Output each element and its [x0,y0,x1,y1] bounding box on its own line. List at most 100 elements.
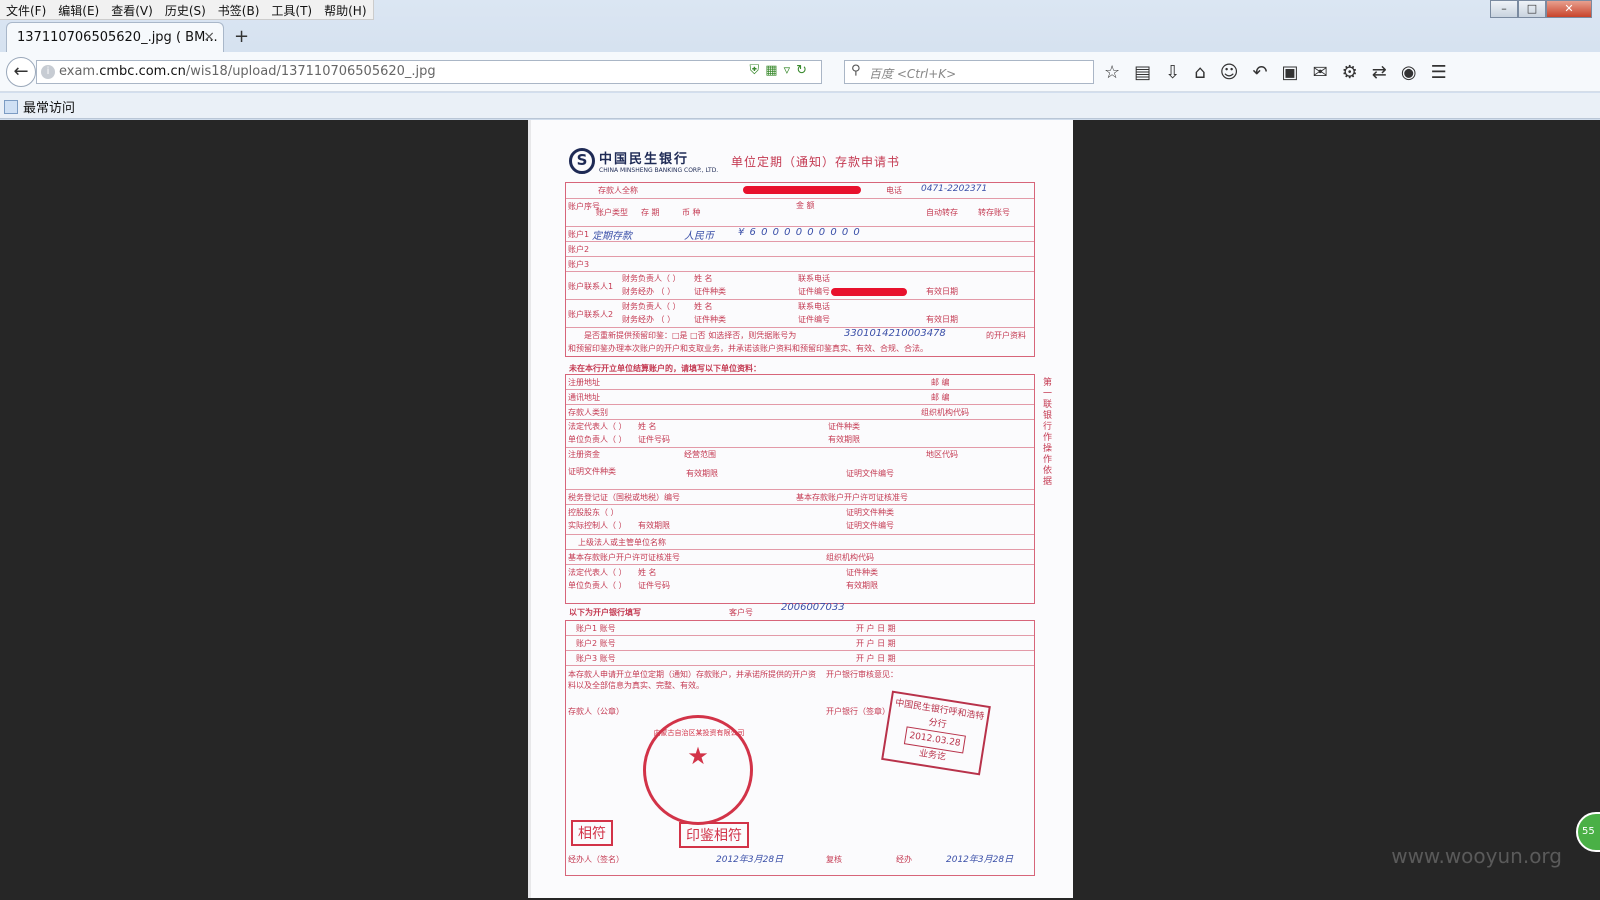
menu-help[interactable]: 帮助(H) [318,0,372,19]
label-open-date-2: 开 户 日 期 [856,639,896,648]
label-contact2: 账户联系人2 [568,310,614,319]
label-reg-address: 注册地址 [568,378,600,387]
floating-badge[interactable]: 55 [1576,812,1600,852]
form-table: 存款人全称 电话 0471-2202371 账户序号 账户类型 存 期 币 种 … [565,182,1035,357]
label-open-date: 开 户 日 期 [856,624,896,633]
search-input[interactable]: ⚲ 百度 <Ctrl+K> [844,60,1094,84]
row-legal-rep-2: 法定代表人（ ） 单位负责人（ ） 姓 名 证件号码 证件种类 有效期限 [566,565,1034,595]
scanned-form-image: S 中国民生银行 CHINA MINSHENG BANKING CORP., L… [528,120,1073,898]
comment-icon[interactable]: ✉ [1313,62,1328,83]
label-unit-head: 单位负责人（ ） [568,435,627,444]
menu-bookmarks[interactable]: 书签(B) [212,0,266,19]
row-parent-unit: 上级法人或主管单位名称 [566,535,1034,550]
label-region-code: 地区代码 [926,450,958,459]
customer-no-label: 客户号 [729,608,753,617]
form-row-header: 账户序号 账户类型 存 期 币 种 金 额 自动转存 转存账号 [566,199,1034,227]
label-id-type: 证件种类 [694,287,726,296]
chat-icon[interactable]: ☺ [1220,62,1239,83]
label-name: 姓 名 [694,274,713,283]
company-seal-stamp: ★ 内蒙古自治区某投资有限公司 [643,715,753,825]
label-account-type: 账户类型 [596,208,628,217]
label-acct1-no: 账户1 账号 [576,624,616,633]
extension-icon[interactable]: ⚙ [1342,62,1358,83]
seal-match-stamp-1: 相符 [571,820,613,846]
menu-edit[interactable]: 编辑(E) [52,0,105,19]
label-declaration: 本存款人申请开立单位定期（通知）存款账户，并承诺所提供的开户资料以及全部信息为真… [568,670,816,690]
label-basic-permit: 基本存款账户开户许可证核准号 [796,493,908,502]
label-term: 存 期 [641,208,660,217]
handwriting-reuse-account: 3301014210003478 [844,328,946,339]
label-reuse-suffix: 的开户资料 [986,331,1026,340]
label-valid-date-2: 有效日期 [926,315,958,324]
minimize-button[interactable]: – [1490,0,1518,18]
label-reuse-notice2: 和预留印鉴办理本次账户的开户和支取业务，并承诺该账户资料和预留印鉴真实、有效、合… [568,344,928,353]
label-postcode: 邮 编 [931,378,950,387]
bookmark-folder-icon [4,100,18,114]
reading-list-icon[interactable]: ▤ [1134,62,1151,83]
label-currency: 币 种 [682,208,701,217]
weibo-icon[interactable]: ◉ [1401,62,1417,83]
form-row-reuse-seal: 是否重新提供预留印鉴：□是 □否 如选择否，则凭据账号为 33010142100… [566,328,1034,356]
url-bar[interactable]: i exam.cmbc.com.cn/wis18/upload/13711070… [36,60,822,84]
menu-file[interactable]: 文件(F) [0,0,52,19]
bookmark-star-icon[interactable]: ☆ [1104,62,1120,83]
home-icon[interactable]: ⌂ [1194,62,1205,83]
url-action-icons[interactable]: ⛨▦▿↻ [750,63,813,78]
label-handler-sign: 经办人（签名） [568,855,624,864]
label-cert-doc-no-2: 证明文件编号 [846,521,894,530]
label-valid-period-2: 有效期限 [686,469,718,478]
tab-close-icon[interactable]: × [203,29,215,45]
sync-icon[interactable]: ⇄ [1372,62,1387,83]
download-icon[interactable]: ⇩ [1165,62,1180,83]
form-row-account2: 账户2 [566,242,1034,257]
menu-tools[interactable]: 工具(T) [265,0,318,19]
label-valid-period-3: 有效期限 [638,521,670,530]
new-tab-button[interactable]: + [234,26,249,47]
label-open-date-3: 开 户 日 期 [856,654,896,663]
tab-active[interactable]: 137110706505620_.jpg ( BM... × [6,22,224,52]
label-finance-head-2: 财务负责人（ ） [622,302,681,311]
row-acct3: 账户3 账号 开 户 日 期 [566,651,1034,666]
label-id-number: 证件编号 [798,287,830,296]
seal-text: 内蒙古自治区某投资有限公司 [653,729,745,737]
label-parent-permit: 基本存款账户开户许可证核准号 [568,553,680,562]
label-id-number-2: 证件编号 [798,315,830,324]
bank-fill-title: 以下为开户银行填写 [569,608,641,617]
label-finance-head: 财务负责人（ ） [622,274,681,283]
menu-history[interactable]: 历史(S) [159,0,212,19]
section-unopened-title: 未在本行开立单位结算账户的，请填写以下单位资料： [569,364,761,373]
handwriting-customer-no: 2006007033 [781,602,845,613]
handwriting-sign-date1: 2012年3月28日 [716,855,784,865]
seal-match-stamp-2: 印鉴相符 [679,822,749,848]
row-reg-address: 注册地址 邮 编 [566,375,1034,390]
bank-name-cn: 中国民生银行 [599,152,690,167]
label-finance-staff: 财务经办 （ ） [622,287,676,296]
label-postcode-2: 邮 编 [931,393,950,402]
label-contact-phone-2: 联系电话 [798,302,830,311]
site-info-icon[interactable]: i [41,65,55,79]
unit-info-table: 注册地址 邮 编 通讯地址 邮 编 存款人类别 组织机构代码 法定代表人（ ） … [565,374,1035,604]
menu-view[interactable]: 查看(V) [105,0,159,19]
label-cert-doc-no: 证明文件编号 [846,469,894,478]
row-mail-address: 通讯地址 邮 编 [566,390,1034,405]
row-parent-permit: 基本存款账户开户许可证核准号 组织机构代码 [566,550,1034,565]
handwriting-currency: 人民币 [684,231,714,242]
undo-icon[interactable]: ↶ [1252,62,1267,83]
label-phone: 电话 [886,186,902,195]
label-id-type-4: 证件种类 [846,568,878,577]
menu-icon[interactable]: ☰ [1431,62,1447,83]
label-operator: 经办 [896,855,912,864]
image-viewer: S 中国民生银行 CHINA MINSHENG BANKING CORP., L… [0,120,1600,900]
bookmark-most-visited[interactable]: 最常访问 [4,97,75,116]
maximize-button[interactable]: □ [1518,0,1546,18]
crop-icon[interactable]: ▣ [1282,62,1299,83]
row-controlling-holder: 控股股东（ ） 实际控制人（ ） 有效期限 证明文件种类 证明文件编号 [566,505,1034,535]
label-controlling-holder: 控股股东（ ） [568,508,619,517]
label-bank-seal: 开户银行（签章） [826,707,890,716]
toolbar-icons: ☆ ▤ ⇩ ⌂ ☺ ↶ ▣ ✉ ⚙ ⇄ ◉ ☰ [1104,62,1447,83]
browser-chrome: 文件(F) 编辑(E) 查看(V) 历史(S) 书签(B) 工具(T) 帮助(H… [0,0,1600,120]
bank-header: S 中国民生银行 CHINA MINSHENG BANKING CORP., L… [569,148,718,174]
label-id-type-3: 证件种类 [828,422,860,431]
close-window-button[interactable]: ✕ [1546,0,1592,18]
back-button[interactable]: ← [6,57,36,87]
